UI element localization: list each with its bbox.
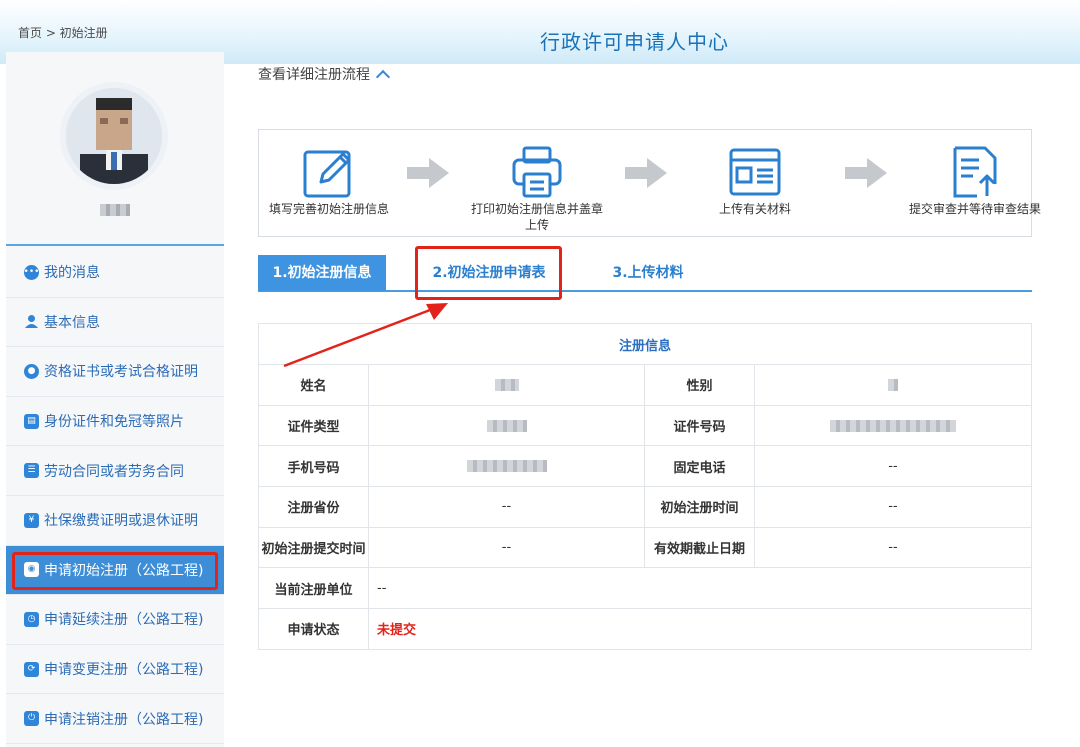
row-label: 证件类型 <box>258 404 369 447</box>
sidebar-item-label: 申请注销注册（公路工程) <box>44 711 204 728</box>
sidebar-item-certificate[interactable]: ● 资格证书或考试合格证明 <box>6 347 224 397</box>
step-1: 填写完善初始注册信息 <box>259 130 399 238</box>
social-security-icon: ¥ <box>24 512 39 528</box>
row-label: 有效期截止日期 <box>644 526 755 569</box>
row-label: 当前注册单位 <box>258 567 369 610</box>
sidebar-item-social-security[interactable]: ¥ 社保缴费证明或退休证明 <box>6 496 224 546</box>
message-icon: ••• <box>24 264 39 280</box>
row-value <box>754 404 1032 447</box>
sidebar-item-contract[interactable]: ☰ 劳动合同或者劳务合同 <box>6 446 224 496</box>
row-label: 性别 <box>644 364 755 406</box>
row-label: 证件号码 <box>644 404 755 447</box>
row-value: -- <box>754 445 1032 488</box>
row-value: -- <box>368 567 1032 610</box>
step-label: 上传有关材料 <box>718 202 791 216</box>
app-title: 行政许可申请人中心 <box>540 30 729 54</box>
table-row: 手机号码 固定电话 -- <box>258 445 1032 488</box>
table-row: 证件类型 证件号码 <box>258 404 1032 447</box>
sidebar-item-label: 资格证书或考试合格证明 <box>44 364 198 381</box>
sidebar-item-messages[interactable]: ••• 我的消息 <box>6 248 224 298</box>
flow-toggle[interactable]: 查看详细注册流程 <box>258 64 391 85</box>
row-value: -- <box>754 526 1032 569</box>
step-2: 打印初始注册信息并盖章上传 <box>467 130 607 238</box>
sidebar-item-label: 身份证件和免冠等照片 <box>44 414 184 431</box>
tab-initial-info[interactable]: 1.初始注册信息 <box>258 255 386 291</box>
sidebar-item-label: 社保缴费证明或退休证明 <box>44 513 198 530</box>
submit-icon <box>953 146 997 198</box>
step-4: 提交审查并等待审查结果 <box>905 130 1045 238</box>
row-label: 手机号码 <box>258 445 369 488</box>
sidebar-item-basic-info[interactable]: 基本信息 <box>6 298 224 348</box>
status-value: 未提交 <box>368 608 1032 650</box>
table-row: 初始注册提交时间 -- 有效期截止日期 -- <box>258 526 1032 569</box>
avatar <box>66 88 162 184</box>
step-label: 打印初始注册信息并盖章上传 <box>470 202 603 232</box>
table-row: 申请状态 未提交 <box>258 608 1032 650</box>
row-value: -- <box>754 486 1032 528</box>
row-label: 固定电话 <box>644 445 755 488</box>
sidebar-item-change[interactable]: ⟳ 申请变更注册（公路工程) <box>6 645 224 695</box>
clock-icon: ◷ <box>24 611 39 627</box>
row-value: -- <box>368 526 645 569</box>
certificate-icon: ● <box>24 363 39 379</box>
sidebar-item-label: 申请延续注册（公路工程) <box>44 612 204 629</box>
row-label: 申请状态 <box>258 608 369 650</box>
row-value <box>368 445 645 488</box>
sidebar-item-initial-registration[interactable]: ◉ 申请初始注册（公路工程) <box>6 545 224 596</box>
sidebar-item-label: 劳动合同或者劳务合同 <box>44 463 184 480</box>
sidebar-item-renewal[interactable]: ◷ 申请延续注册（公路工程) <box>6 595 224 645</box>
flow-toggle-label: 查看详细注册流程 <box>258 67 370 83</box>
sidebar-divider <box>6 244 224 246</box>
user-name <box>100 204 130 216</box>
id-card-icon: ▤ <box>24 413 39 429</box>
arrow-right-icon <box>845 158 887 188</box>
row-value: -- <box>368 486 645 528</box>
breadcrumb[interactable]: 首页 > 初始注册 <box>18 24 108 41</box>
row-value <box>754 364 1032 406</box>
sidebar-item-cancel[interactable]: ⏻ 申请注销注册（公路工程) <box>6 694 224 744</box>
row-label: 初始注册提交时间 <box>258 526 369 569</box>
printer-icon <box>512 146 562 198</box>
edit-icon <box>303 150 351 198</box>
registration-steps: 填写完善初始注册信息 打印初始注册信息并盖章上传 上传有关材料 提交审查并等待审… <box>258 129 1041 238</box>
tab-bar: 1.初始注册信息 2.初始注册申请表 3.上传材料 <box>258 246 1032 300</box>
row-value <box>368 404 645 447</box>
registration-info-table: 注册信息 姓名 性别 证件类型 证件号码 手机号码 固定电话 -- 注册省份 -… <box>258 323 1032 650</box>
sidebar-menu: ••• 我的消息 基本信息 ● 资格证书或考试合格证明 ▤ 身份证件和免冠等照片… <box>6 248 224 744</box>
row-label: 姓名 <box>258 364 369 406</box>
step-3: 上传有关材料 <box>685 130 825 238</box>
table-row: 当前注册单位 -- <box>258 567 1032 610</box>
sidebar-item-label: 我的消息 <box>44 265 100 282</box>
row-label: 注册省份 <box>258 486 369 528</box>
change-icon: ⟳ <box>24 661 39 677</box>
step-label: 提交审查并等待审查结果 <box>908 202 1041 216</box>
sidebar-item-id-photos[interactable]: ▤ 身份证件和免冠等照片 <box>6 397 224 447</box>
row-label: 初始注册时间 <box>644 486 755 528</box>
tab-upload-materials[interactable]: 3.上传材料 <box>598 255 698 291</box>
contract-icon: ☰ <box>24 463 39 479</box>
annotation-arrow <box>283 303 448 368</box>
power-icon: ⏻ <box>24 711 39 727</box>
highlight-box <box>12 551 218 590</box>
person-icon <box>24 314 39 329</box>
row-value <box>368 364 645 406</box>
main-content: 查看详细注册流程 填写完善初始注册信息 打印初始注册信息并盖章上传 上传有关材料… <box>224 52 1080 747</box>
table-row: 姓名 性别 <box>258 364 1032 406</box>
sidebar: ••• 我的消息 基本信息 ● 资格证书或考试合格证明 ▤ 身份证件和免冠等照片… <box>6 52 224 747</box>
status-badge: 未提交 <box>377 623 417 639</box>
document-icon <box>729 148 781 196</box>
arrow-right-icon <box>407 158 449 188</box>
sidebar-item-label: 基本信息 <box>44 314 100 331</box>
table-row: 注册省份 -- 初始注册时间 -- <box>258 486 1032 528</box>
chevron-up-icon <box>375 69 391 85</box>
arrow-right-icon <box>625 158 667 188</box>
step-label: 填写完善初始注册信息 <box>268 202 389 216</box>
sidebar-item-label: 申请变更注册（公路工程) <box>44 662 204 679</box>
